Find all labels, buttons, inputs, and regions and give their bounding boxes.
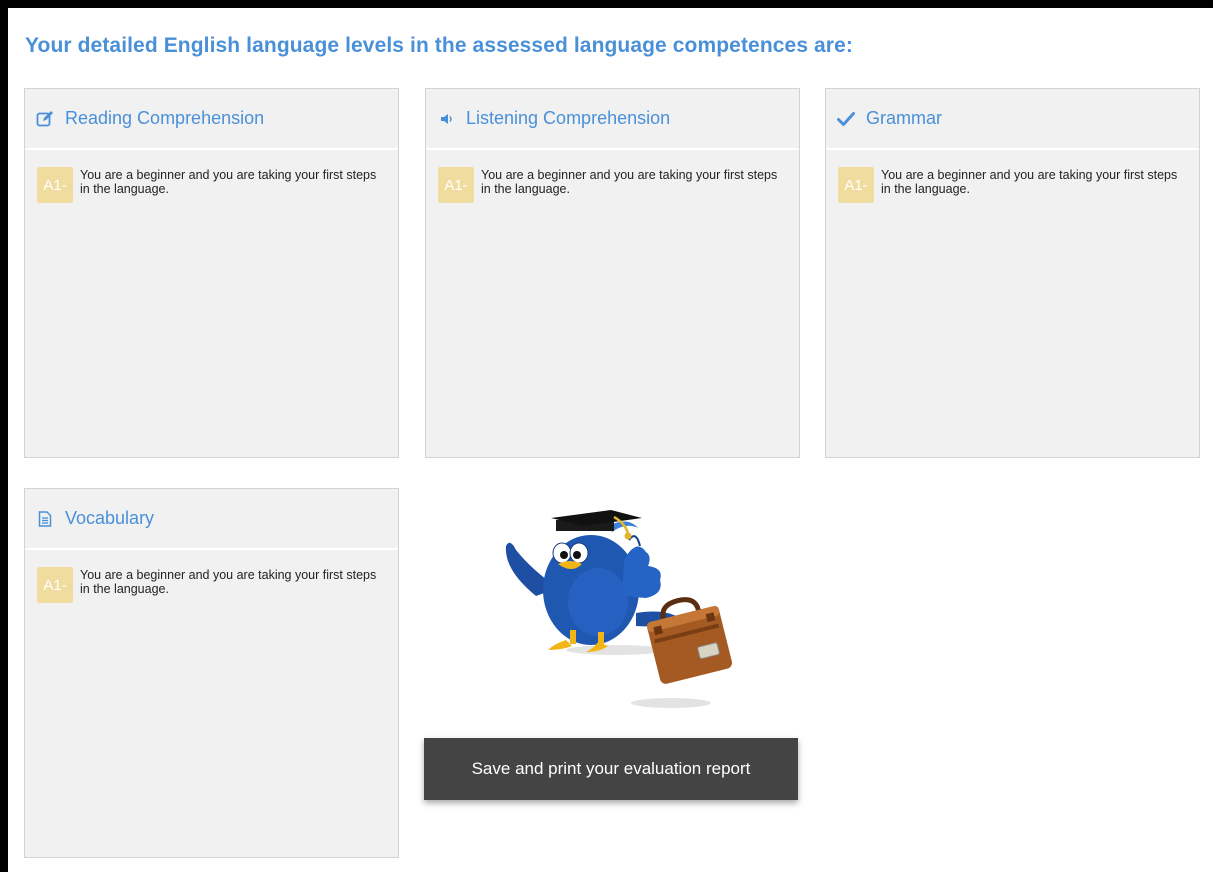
level-badge: A1- <box>838 167 874 203</box>
edit-icon <box>35 109 55 129</box>
level-description: You are a beginner and you are taking yo… <box>80 568 377 596</box>
level-badge: A1- <box>37 167 73 203</box>
card-grammar: Grammar A1- You are a beginner and you a… <box>825 88 1200 458</box>
card-title: Grammar <box>866 108 942 128</box>
graduate-bird-with-suitcase-illustration <box>505 510 733 708</box>
card-reading-comprehension: Reading Comprehension A1- You are a begi… <box>24 88 399 458</box>
card-title: Listening Comprehension <box>466 108 671 128</box>
check-icon <box>836 109 856 129</box>
save-print-report-button[interactable]: Save and print your evaluation report <box>424 738 798 800</box>
level-badge: A1- <box>37 567 73 603</box>
card-listening-comprehension: Listening Comprehension A1- You are a be… <box>425 88 800 458</box>
card-title: Reading Comprehension <box>65 108 265 128</box>
card-header: Vocabulary <box>25 489 398 550</box>
results-panel: Your detailed English language levels in… <box>8 8 1213 872</box>
card-title: Vocabulary <box>65 508 155 528</box>
document-icon <box>35 509 55 529</box>
level-badge: A1- <box>438 167 474 203</box>
card-header: Grammar <box>826 89 1199 150</box>
card-header: Listening Comprehension <box>426 89 799 150</box>
level-description: You are a beginner and you are taking yo… <box>481 168 778 196</box>
page-heading: Your detailed English language levels in… <box>25 34 853 57</box>
level-description: You are a beginner and you are taking yo… <box>881 168 1178 196</box>
card-header: Reading Comprehension <box>25 89 398 150</box>
card-vocabulary: Vocabulary A1- You are a beginner and yo… <box>24 488 399 858</box>
speaker-icon <box>436 109 456 129</box>
level-description: You are a beginner and you are taking yo… <box>80 168 377 196</box>
